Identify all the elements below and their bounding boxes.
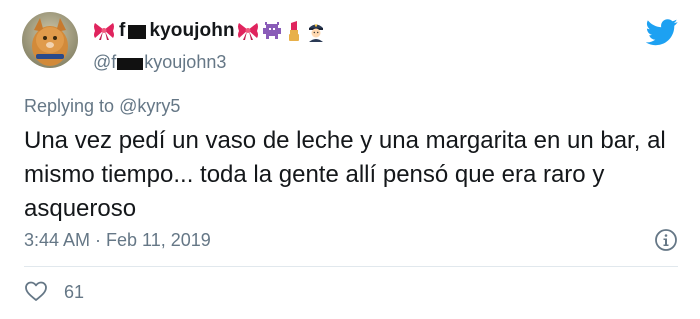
- divider: [24, 266, 678, 267]
- like-count: 61: [64, 282, 85, 302]
- alien-monster-icon: [261, 20, 283, 42]
- ribbon-icon: [237, 21, 259, 41]
- redaction-bar: [117, 57, 144, 70]
- tweet-card: f kyoujohn @f kyoujohn3 Replying to @kyr…: [0, 0, 700, 319]
- avatar[interactable]: [22, 12, 78, 68]
- display-name[interactable]: f kyoujohn: [117, 20, 237, 42]
- ribbon-icon: [93, 21, 115, 41]
- replying-to: Replying to @kyry5: [24, 96, 180, 117]
- reply-prefix: Replying to: [24, 96, 120, 116]
- handle-suffix: kyoujohn3: [144, 52, 227, 72]
- reply-mention-link[interactable]: @kyry5: [119, 96, 180, 116]
- author-handle[interactable]: @f kyoujohn3: [93, 52, 226, 73]
- lipstick-icon: [283, 20, 305, 42]
- tweet-timestamp[interactable]: 3:44 AM · Feb 11, 2019: [24, 230, 211, 251]
- twitter-bird-icon[interactable]: [645, 16, 678, 48]
- heart-icon[interactable]: [24, 279, 48, 303]
- display-name-suffix: kyoujohn: [149, 20, 235, 41]
- police-officer-icon: [305, 20, 327, 42]
- redaction-bar: [128, 25, 147, 39]
- display-name-prefix: f: [119, 20, 126, 41]
- author-name-row[interactable]: f kyoujohn: [93, 18, 327, 44]
- info-icon[interactable]: [654, 228, 678, 252]
- handle-prefix: @f: [93, 52, 117, 72]
- tweet-text: Una vez pedí un vaso de leche y una marg…: [24, 127, 666, 222]
